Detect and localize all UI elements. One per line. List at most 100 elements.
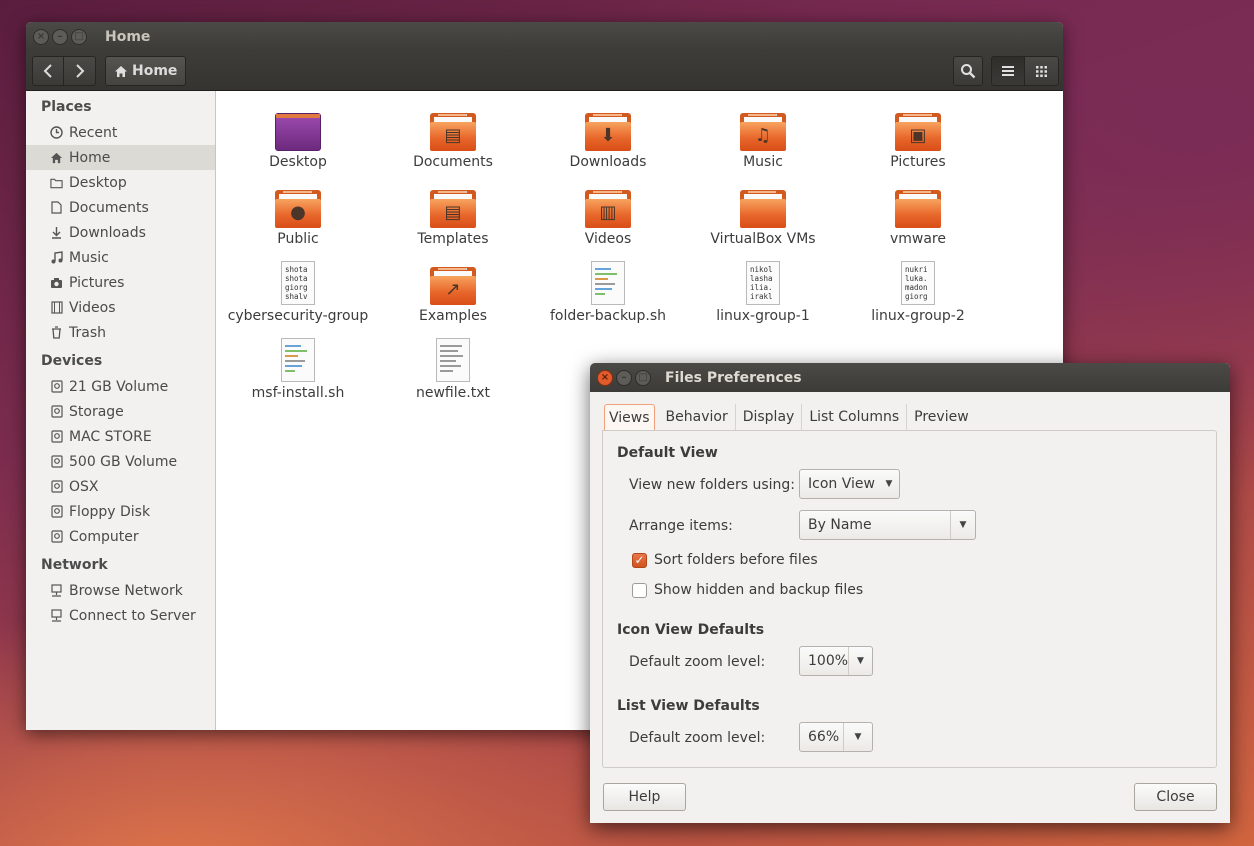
list-view-button[interactable] bbox=[991, 56, 1025, 86]
preview-line: shota bbox=[285, 265, 308, 274]
templates-emblem-icon: ▤ bbox=[444, 202, 462, 223]
maximize-icon[interactable]: □ bbox=[71, 29, 87, 45]
sidebar-item-computer[interactable]: Computer bbox=[26, 524, 215, 549]
home-icon bbox=[115, 65, 127, 77]
file-item-linux-group-2[interactable]: nukri luka. madon giorg linux-group-2 bbox=[843, 259, 993, 324]
sidebar-item-documents[interactable]: Documents bbox=[26, 195, 215, 220]
dropdown-arrow-icon: ▼ bbox=[885, 479, 893, 489]
text-file-icon: nikol lasha ilia. irakl bbox=[746, 261, 780, 305]
file-item-virtualbox-vms[interactable]: VirtualBox VMs bbox=[688, 182, 838, 247]
sidebar-item-label: MAC STORE bbox=[69, 428, 152, 445]
file-label: linux-group-2 bbox=[871, 308, 965, 324]
file-item-music[interactable]: ♫ Music bbox=[688, 105, 838, 170]
sidebar-item-music[interactable]: Music bbox=[26, 245, 215, 270]
breadcrumb-home[interactable]: Home bbox=[105, 56, 187, 86]
file-item-public[interactable]: ● Public bbox=[223, 182, 373, 247]
sidebar: Places Recent Home Desktop Documents Downloa… bbox=[26, 91, 216, 730]
file-label: msf-install.sh bbox=[251, 385, 345, 401]
folder-icon: ▤ bbox=[430, 113, 476, 151]
close-icon[interactable]: × bbox=[597, 369, 613, 386]
show-hidden-checkbox[interactable]: Show hidden and backup files bbox=[632, 582, 863, 598]
sidebar-item-21-gb-volume[interactable]: 21 GB Volume bbox=[26, 374, 215, 399]
person-emblem-icon: ● bbox=[290, 202, 306, 223]
sidebar-item-label: Connect to Server bbox=[69, 607, 196, 624]
sidebar-item-label: Storage bbox=[69, 403, 124, 420]
close-button[interactable]: Close bbox=[1134, 783, 1217, 811]
file-label: Public bbox=[277, 231, 319, 247]
sidebar-item-trash[interactable]: Trash bbox=[26, 320, 215, 345]
file-item-videos[interactable]: ▥ Videos bbox=[533, 182, 683, 247]
desktop-folder-icon bbox=[275, 113, 321, 151]
file-item-pictures[interactable]: ▣ Pictures bbox=[843, 105, 993, 170]
sidebar-item-500-gb-volume[interactable]: 500 GB Volume bbox=[26, 449, 215, 474]
arrange-items-select[interactable]: By Name ▼ bbox=[799, 510, 976, 540]
file-item-newfile-txt[interactable]: newfile.txt bbox=[378, 336, 528, 401]
tab-views[interactable]: Views bbox=[604, 404, 655, 432]
checkmark-icon: ✓ bbox=[632, 552, 647, 568]
list-zoom-value: 66% bbox=[808, 729, 840, 745]
view-new-folders-select[interactable]: Icon View ▼ bbox=[799, 469, 900, 499]
plain-text-file-icon bbox=[436, 338, 470, 382]
file-item-cybersecurity-group[interactable]: shota shota giorg shalv cybersecurity-group bbox=[223, 259, 373, 324]
sidebar-item-floppy-disk[interactable]: Floppy Disk bbox=[26, 499, 215, 524]
dialog-title: Files Preferences bbox=[665, 369, 802, 386]
close-icon[interactable]: × bbox=[33, 29, 49, 45]
tab-display[interactable]: Display bbox=[736, 404, 803, 430]
file-item-examples[interactable]: ↗ Examples bbox=[378, 259, 528, 324]
preview-line: shota bbox=[285, 274, 308, 283]
icon-view-defaults-heading: Icon View Defaults bbox=[617, 622, 765, 638]
sidebar-item-desktop[interactable]: Desktop bbox=[26, 170, 215, 195]
sidebar-item-connect-to-server[interactable]: Connect to Server bbox=[26, 603, 215, 628]
file-item-templates[interactable]: ▤ Templates bbox=[378, 182, 528, 247]
network-icon bbox=[50, 584, 63, 597]
preview-line: lasha bbox=[750, 274, 773, 283]
preview-line: irakl bbox=[750, 292, 773, 301]
maximize-icon[interactable]: □ bbox=[635, 369, 651, 386]
sidebar-item-label: Desktop bbox=[69, 174, 127, 191]
sidebar-item-storage[interactable]: Storage bbox=[26, 399, 215, 424]
trash-icon bbox=[50, 326, 63, 339]
download-icon bbox=[50, 226, 63, 239]
sidebar-item-osx[interactable]: OSX bbox=[26, 474, 215, 499]
search-button[interactable] bbox=[953, 56, 983, 86]
file-item-folder-backup-sh[interactable]: folder-backup.sh bbox=[533, 259, 683, 324]
help-button[interactable]: Help bbox=[603, 783, 686, 811]
sidebar-item-home[interactable]: Home bbox=[26, 145, 215, 170]
tab-preview[interactable]: Preview bbox=[907, 404, 976, 430]
minimize-icon[interactable]: – bbox=[616, 369, 632, 386]
clock-icon bbox=[50, 126, 63, 139]
window-titlebar[interactable]: × – □ Home bbox=[26, 22, 1063, 52]
dialog-titlebar[interactable]: × – □ Files Preferences bbox=[590, 363, 1230, 392]
view-new-folders-value: Icon View bbox=[808, 476, 875, 492]
file-item-downloads[interactable]: ⬇ Downloads bbox=[533, 105, 683, 170]
camera-icon bbox=[50, 276, 63, 289]
folder-icon bbox=[740, 190, 786, 228]
sidebar-item-mac-store[interactable]: MAC STORE bbox=[26, 424, 215, 449]
file-item-linux-group-1[interactable]: nikol lasha ilia. irakl linux-group-1 bbox=[688, 259, 838, 324]
sidebar-item-pictures[interactable]: Pictures bbox=[26, 270, 215, 295]
list-zoom-select[interactable]: 66% ▼ bbox=[799, 722, 873, 752]
sort-folders-checkbox[interactable]: ✓ Sort folders before files bbox=[632, 552, 818, 568]
file-label: Templates bbox=[417, 231, 489, 247]
breadcrumb-label: Home bbox=[132, 63, 178, 79]
sidebar-item-browse-network[interactable]: Browse Network bbox=[26, 578, 215, 603]
back-button[interactable] bbox=[32, 56, 64, 86]
sidebar-item-recent[interactable]: Recent bbox=[26, 120, 215, 145]
file-label: newfile.txt bbox=[416, 385, 490, 401]
file-item-documents[interactable]: ▤ Documents bbox=[378, 105, 528, 170]
sidebar-item-label: Documents bbox=[69, 199, 149, 216]
minimize-icon[interactable]: – bbox=[52, 29, 68, 45]
file-item-vmware[interactable]: vmware bbox=[843, 182, 993, 247]
grid-view-button[interactable] bbox=[1025, 56, 1059, 86]
file-item-desktop[interactable]: Desktop bbox=[223, 105, 373, 170]
file-label: Documents bbox=[413, 154, 493, 170]
dropdown-arrow-icon: ▼ bbox=[843, 723, 872, 751]
sidebar-item-videos[interactable]: Videos bbox=[26, 295, 215, 320]
forward-button[interactable] bbox=[64, 56, 96, 86]
file-item-msf-install-sh[interactable]: msf-install.sh bbox=[223, 336, 373, 401]
tab-list-columns[interactable]: List Columns bbox=[802, 404, 908, 430]
tab-behavior[interactable]: Behavior bbox=[659, 404, 736, 430]
icon-zoom-select[interactable]: 100% ▼ bbox=[799, 646, 873, 676]
drive-icon bbox=[50, 455, 63, 468]
sidebar-item-downloads[interactable]: Downloads bbox=[26, 220, 215, 245]
